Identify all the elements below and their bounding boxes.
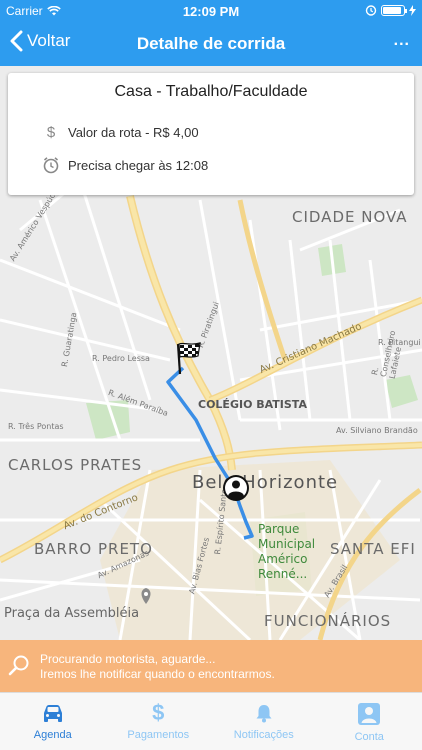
street-label: R. Três Pontas [8,422,64,431]
header: Carrier 12:09 PM Voltar Detalhe de corri… [0,0,422,66]
park-label-line: Municipal [258,537,316,551]
city-label-belo-horizonte: Belo Horizonte [192,472,339,493]
tab-label: Agenda [33,729,72,741]
destination-flag-icon[interactable] [172,340,204,376]
district-label-cidade-nova: CIDADE NOVA [292,208,408,226]
car-icon [43,705,62,722]
searching-driver-banner: Procurando motorista, aguarde... Iremos … [0,640,422,692]
alarm-clock-icon [365,5,377,16]
park-label: Parque Municipal Américo Renné... [258,522,315,582]
system-indicators [365,4,416,16]
street-label: Av. Silviano Brandão [336,426,418,435]
tab-conta[interactable]: Conta [317,693,422,750]
route-arrival-time: Precisa chegar às 12:08 [68,157,209,173]
status-bar: Carrier 12:09 PM [0,0,422,22]
search-icon [8,655,29,676]
clock: 12:09 PM [182,4,240,19]
district-label-carlos-prates: CARLOS PRATES [8,456,143,474]
district-label-funcionarios: FUNCIONÁRIOS [264,612,392,630]
tab-pagamentos[interactable]: $ Pagamentos [106,693,212,750]
tab-agenda[interactable]: Agenda [0,693,106,750]
tab-bar: Agenda $ Pagamentos Notificações Conta [0,692,422,750]
poi-label: Praça da Assembléia [4,606,140,621]
park-label-line: Américo [258,552,308,566]
route-arrival-row: Precisa chegar às 12:08 [42,156,208,174]
dollar-icon: $ [152,700,165,725]
park-label-line: Parque [258,522,300,536]
green-area [385,375,418,408]
searching-message-line2: Iremos lhe notificar quando o encontrarm… [40,667,275,681]
searching-message: Procurando motorista, aguarde... Iremos … [40,652,275,682]
tab-label: Conta [354,731,384,743]
tab-label: Notificações [233,729,294,741]
district-label-santa-efi: SANTA EFI [330,540,416,558]
bell-icon [256,705,272,723]
more-options-button[interactable]: ... [394,32,410,50]
nav-bar: Voltar Detalhe de corrida ... [0,22,422,66]
route-title: Casa - Trabalho/Faculdade [114,83,308,100]
route-price-row: $ Valor da rota - R$ 4,00 [42,124,199,141]
page-title: Detalhe de corrida [136,34,286,53]
searching-message-line1: Procurando motorista, aguarde... [40,652,216,666]
user-icon [358,703,381,725]
tab-label: Pagamentos [127,729,190,741]
route-price: Valor da rota - R$ 4,00 [68,125,199,140]
charging-bolt-icon [409,4,416,16]
dollar-icon: $ [46,124,56,141]
district-label-colegio-batista: COLÉGIO BATISTA [198,398,307,411]
tab-notificacoes[interactable]: Notificações [211,693,317,750]
alarm-clock-icon [43,157,59,174]
street-label: R. Pedro Lessa [92,354,150,363]
route-info-card: Casa - Trabalho/Faculdade $ Valor da rot… [8,73,414,195]
user-location-icon[interactable] [222,474,250,502]
park-label-line: Renné... [258,567,308,581]
battery-icon [381,4,407,16]
street-label: R. Pitangui [378,338,421,347]
